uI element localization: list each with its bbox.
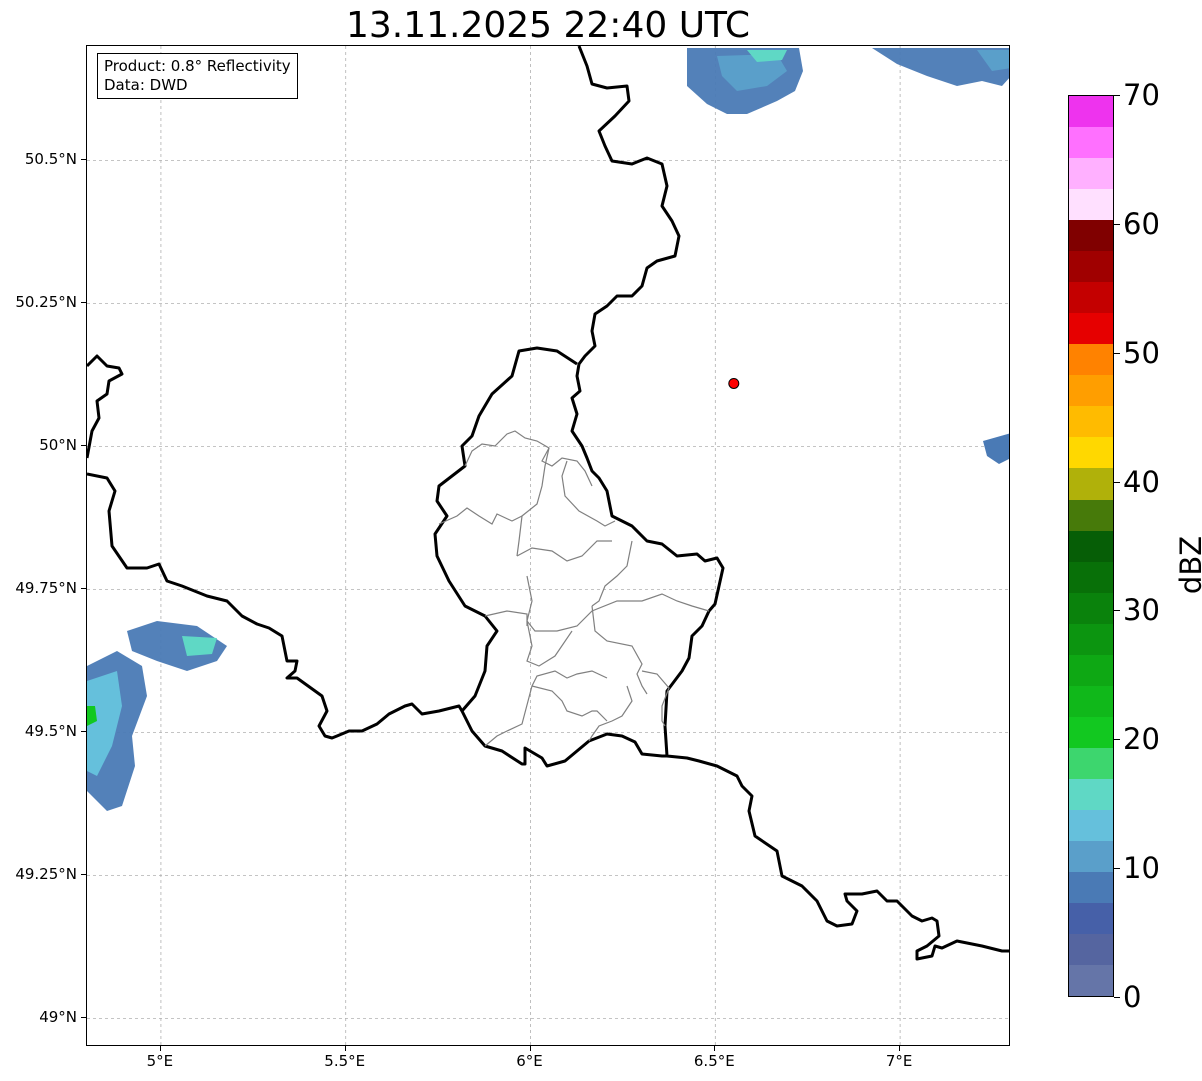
colorbar: [1068, 95, 1114, 997]
colorbar-segment: [1069, 809, 1113, 841]
colorbar-segment: [1069, 530, 1113, 562]
colorbar-tick-label: 70: [1123, 78, 1160, 112]
colorbar-segment: [1069, 840, 1113, 872]
longitude-label: 7°E: [885, 1052, 913, 1070]
latitude-tick: [81, 588, 86, 590]
longitude-label: 5.5°E: [324, 1052, 366, 1070]
colorbar-tick: [1114, 868, 1120, 870]
colorbar-unit: dBZ: [1174, 535, 1202, 595]
border-belgium-north: [87, 354, 124, 459]
longitude-label: 5°E: [146, 1052, 174, 1070]
colorbar-segment: [1069, 561, 1113, 593]
colorbar-segment: [1069, 964, 1113, 996]
colorbar-tick-label: 40: [1123, 464, 1160, 499]
longitude-label: 6°E: [516, 1052, 543, 1070]
colorbar-tick: [1114, 610, 1120, 612]
colorbar-segment: [1069, 189, 1113, 221]
colorbar-segment: [1069, 375, 1113, 407]
colorbar-segment: [1069, 778, 1113, 810]
colorbar-segment: [1069, 437, 1113, 469]
colorbar-segment: [1069, 220, 1113, 252]
latitude-tick: [81, 159, 86, 161]
colorbar-tick: [1114, 739, 1120, 741]
latitude-tick: [81, 302, 86, 304]
radar-echoes: [87, 48, 1009, 811]
colorbar-segment: [1069, 344, 1113, 376]
latitude-label: 50°N: [39, 436, 77, 455]
latitude-label: 49.5°N: [24, 722, 77, 741]
colorbar-segment: [1069, 654, 1113, 686]
longitude-tick: [899, 1046, 901, 1051]
latitude-label: 49°N: [39, 1008, 77, 1027]
colorbar-segment: [1069, 747, 1113, 779]
colorbar-segment: [1069, 406, 1113, 438]
colorbar-tick: [1114, 352, 1120, 354]
colorbar-segment: [1069, 499, 1113, 531]
product-info-box: Product: 0.8° Reflectivity Data: DWD: [97, 53, 298, 99]
colorbar-tick-label: 0: [1123, 980, 1142, 1014]
product-label: Product: 0.8° Reflectivity: [104, 57, 291, 75]
country-borders: [87, 46, 1009, 961]
latitude-label: 49.25°N: [15, 865, 77, 884]
colorbar-segment: [1069, 716, 1113, 748]
latitude-tick: [81, 1017, 86, 1019]
colorbar-segment: [1069, 127, 1113, 159]
colorbar-tick: [1114, 223, 1120, 225]
longitude-tick: [714, 1046, 716, 1051]
longitude-tick: [344, 1046, 346, 1051]
latitude-label: 50.5°N: [24, 150, 77, 169]
latitude-tick: [81, 874, 86, 876]
echo-east: [983, 433, 1009, 464]
colorbar-segment: [1069, 933, 1113, 965]
map-canvas[interactable]: [87, 46, 1010, 1046]
colorbar-segment: [1069, 96, 1113, 128]
colorbar-tick-label: 60: [1123, 206, 1160, 241]
border-germany-west: [570, 46, 1009, 961]
map-title: 13.11.2025 22:40 UTC: [345, 5, 751, 46]
colorbar-segment: [1069, 902, 1113, 934]
colorbar-tick: [1114, 997, 1120, 998]
colorbar-tick-label: 20: [1123, 722, 1160, 757]
data-source-label: Data: DWD: [104, 76, 188, 94]
radar-site-marker[interactable]: [728, 377, 740, 389]
latitude-tick: [81, 445, 86, 447]
colorbar-tick: [1114, 95, 1120, 96]
colorbar-segment: [1069, 685, 1113, 717]
border-luxembourg: [433, 346, 667, 768]
colorbar-segment: [1069, 158, 1113, 190]
latitude-label: 49.75°N: [15, 579, 77, 598]
latitude-tick: [81, 731, 86, 733]
colorbar-tick: [1114, 481, 1120, 483]
colorbar-segment: [1069, 592, 1113, 624]
radar-map[interactable]: [86, 45, 1010, 1046]
longitude-tick: [159, 1046, 161, 1051]
colorbar-tick-label: 50: [1123, 335, 1160, 370]
colorbar-tick-label: 30: [1123, 593, 1160, 628]
colorbar-segment: [1069, 468, 1113, 500]
luxembourg-districts: [438, 430, 710, 747]
colorbar-tick-label: 10: [1123, 851, 1160, 886]
colorbar-segment: [1069, 871, 1113, 903]
latitude-label: 50.25°N: [15, 293, 77, 312]
colorbar-segment: [1069, 251, 1113, 283]
echo-west-band-core: [182, 636, 217, 656]
graticule: [87, 46, 1009, 1045]
longitude-label: 6.5°E: [693, 1052, 735, 1070]
colorbar-segment: [1069, 313, 1113, 345]
longitude-tick: [529, 1046, 531, 1051]
colorbar-segment: [1069, 623, 1113, 655]
colorbar-segment: [1069, 282, 1113, 314]
